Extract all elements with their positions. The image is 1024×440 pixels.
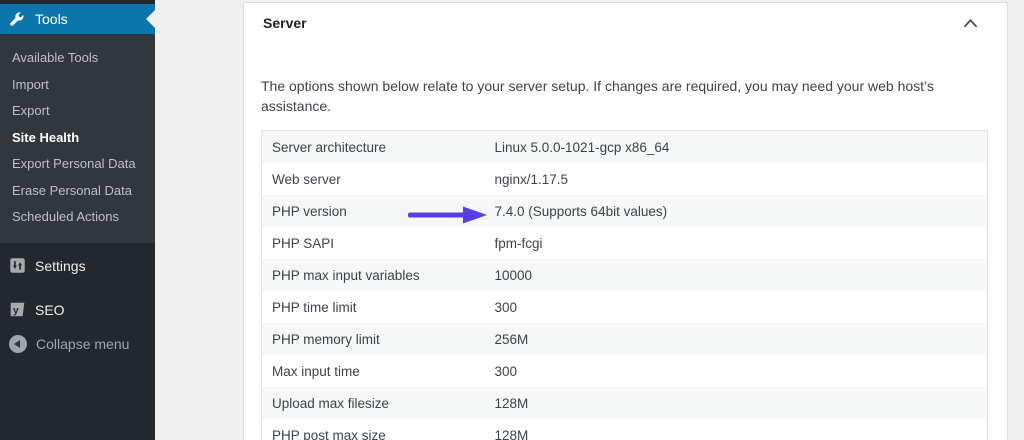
row-label: PHP post max size	[262, 419, 485, 440]
table-row: PHP max input variables10000	[262, 259, 988, 291]
row-label: Server architecture	[262, 131, 485, 164]
row-value: nginx/1.17.5	[485, 163, 988, 195]
sidebar-subitem-scheduled-actions[interactable]: Scheduled Actions	[0, 204, 155, 231]
row-value: 300	[485, 291, 988, 323]
yoast-y-icon: y	[9, 301, 26, 318]
table-row: Web servernginx/1.17.5	[262, 163, 988, 195]
circle-arrow-left-icon	[9, 335, 27, 353]
table-row: Upload max filesize128M	[262, 387, 988, 419]
table-row: PHP memory limit256M	[262, 323, 988, 355]
row-value: 256M	[485, 323, 988, 355]
table-row: PHP post max size128M	[262, 419, 988, 440]
sidebar-subitem-erase-personal-data[interactable]: Erase Personal Data	[0, 178, 155, 205]
row-value: fpm-fcgi	[485, 227, 988, 259]
sidebar-subitem-available-tools[interactable]: Available Tools	[0, 45, 155, 72]
sidebar-subitem-site-health[interactable]: Site Health	[0, 125, 155, 152]
server-info-table: Server architectureLinux 5.0.0-1021-gcp …	[261, 130, 988, 440]
server-accordion-header[interactable]: Server	[244, 3, 1007, 43]
row-label: PHP SAPI	[262, 227, 485, 259]
svg-text:y: y	[13, 305, 19, 316]
table-row: Max input time300	[262, 355, 988, 387]
site-health-server-section: Server The options shown below relate to…	[243, 2, 1008, 440]
sidebar-subitem-import[interactable]: Import	[0, 72, 155, 99]
section-title: Server	[263, 15, 307, 31]
sidebar-item-settings[interactable]: Settings	[0, 249, 155, 283]
row-value: 128M	[485, 419, 988, 440]
table-row: PHP version7.4.0 (Supports 64bit values)	[262, 195, 988, 227]
current-menu-notch	[146, 10, 155, 28]
sidebar-subitem-export-personal-data[interactable]: Export Personal Data	[0, 151, 155, 178]
row-value: 128M	[485, 387, 988, 419]
table-row: Server architectureLinux 5.0.0-1021-gcp …	[262, 131, 988, 164]
row-value: 10000	[485, 259, 988, 291]
row-label: PHP version	[262, 195, 485, 227]
wrench-icon	[9, 11, 26, 28]
sidebar-item-collapse-label: Collapse menu	[36, 336, 129, 352]
row-label: PHP max input variables	[262, 259, 485, 291]
server-section-body: The options shown below relate to your s…	[244, 76, 1007, 440]
sliders-icon	[9, 257, 26, 274]
row-value: 7.4.0 (Supports 64bit values)	[485, 195, 988, 227]
row-label: PHP memory limit	[262, 323, 485, 355]
tools-submenu: Available ToolsImportExportSite HealthEx…	[0, 34, 155, 243]
sidebar-subitem-export[interactable]: Export	[0, 98, 155, 125]
table-row: PHP time limit300	[262, 291, 988, 323]
row-label: Upload max filesize	[262, 387, 485, 419]
row-label: Max input time	[262, 355, 485, 387]
sidebar-item-tools-label: Tools	[35, 11, 68, 27]
wordpress-admin-screen: { "sidebar": { "tools_label": "Tools", "…	[0, 0, 1024, 440]
chevron-up-icon[interactable]	[961, 16, 980, 30]
row-value: Linux 5.0.0-1021-gcp x86_64	[485, 131, 988, 164]
section-description: The options shown below relate to your s…	[261, 76, 988, 116]
sidebar-item-seo-label: SEO	[35, 302, 65, 318]
row-label: PHP time limit	[262, 291, 485, 323]
row-label: Web server	[262, 163, 485, 195]
admin-sidebar: Tools Available ToolsImportExportSite He…	[0, 0, 155, 440]
sidebar-item-tools[interactable]: Tools	[0, 4, 155, 34]
row-value: 300	[485, 355, 988, 387]
sidebar-item-collapse-menu[interactable]: Collapse menu	[0, 327, 155, 361]
table-row: PHP SAPIfpm-fcgi	[262, 227, 988, 259]
sidebar-item-seo[interactable]: y SEO	[0, 293, 155, 327]
sidebar-item-settings-label: Settings	[35, 258, 86, 274]
server-info-table-wrap: Server architectureLinux 5.0.0-1021-gcp …	[261, 130, 988, 440]
